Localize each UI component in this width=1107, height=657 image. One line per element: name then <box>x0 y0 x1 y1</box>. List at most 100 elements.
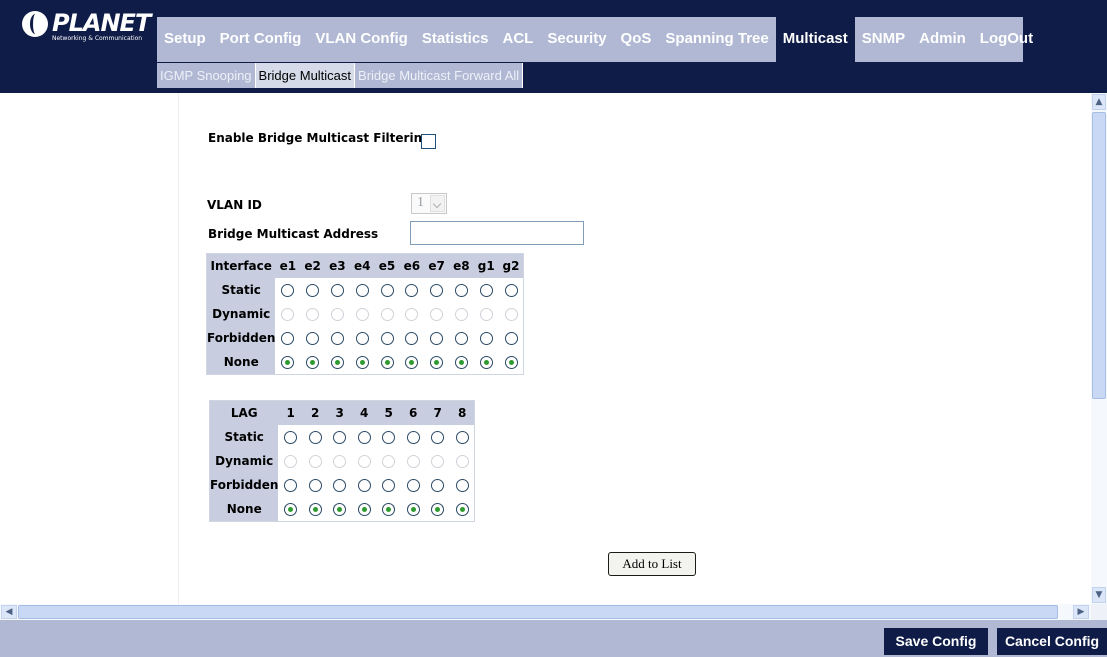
scroll-down-icon[interactable]: ▼ <box>1092 587 1106 603</box>
radio-static-7[interactable] <box>431 431 445 444</box>
nav-item-vlan-config[interactable]: VLAN Config <box>308 17 414 62</box>
radio-none-g2[interactable] <box>504 356 518 369</box>
radio-static-1[interactable] <box>284 431 298 444</box>
radio-dynamic-e1 <box>281 308 295 321</box>
radio-cell <box>424 350 449 375</box>
nav-item-port-config[interactable]: Port Config <box>213 17 309 62</box>
radio-forbidden-3[interactable] <box>333 479 347 492</box>
radio-static-e8[interactable] <box>454 284 468 297</box>
column-header: e7 <box>424 253 450 278</box>
enable-filtering-checkbox[interactable] <box>421 134 436 149</box>
table-header-row: LAG 1 2 3 4 5 6 7 8 <box>209 400 475 425</box>
radio-static-e4[interactable] <box>355 284 369 297</box>
radio-forbidden-e4[interactable] <box>355 332 369 345</box>
radio-none-7[interactable] <box>431 503 445 516</box>
radio-forbidden-7[interactable] <box>431 479 445 492</box>
radio-none-e5[interactable] <box>380 356 394 369</box>
horizontal-scrollbar[interactable]: ◀ ▶ <box>0 604 1091 620</box>
vertical-scrollbar[interactable]: ▲ ▼ <box>1091 93 1107 604</box>
radio-static-e6[interactable] <box>405 284 419 297</box>
nav-item-snmp[interactable]: SNMP <box>855 17 912 62</box>
radio-forbidden-8[interactable] <box>455 479 469 492</box>
radio-static-8[interactable] <box>455 431 469 444</box>
radio-forbidden-4[interactable] <box>357 479 371 492</box>
nav-item-multicast[interactable]: Multicast <box>775 17 855 62</box>
horizontal-scroll-thumb[interactable] <box>18 605 1058 619</box>
radio-forbidden-g2[interactable] <box>504 332 518 345</box>
radio-forbidden-1[interactable] <box>284 479 298 492</box>
radio-static-4[interactable] <box>357 431 371 444</box>
radio-static-3[interactable] <box>333 431 347 444</box>
radio-static-g1[interactable] <box>479 284 493 297</box>
radio-static-e3[interactable] <box>330 284 344 297</box>
radio-none-2[interactable] <box>308 503 322 516</box>
radio-forbidden-e6[interactable] <box>405 332 419 345</box>
nav-item-qos[interactable]: QoS <box>614 17 659 62</box>
radio-dynamic-5 <box>382 455 396 468</box>
scroll-right-icon[interactable]: ▶ <box>1073 605 1089 619</box>
radio-cell <box>425 473 450 497</box>
radio-none-6[interactable] <box>406 503 420 516</box>
radio-forbidden-5[interactable] <box>382 479 396 492</box>
radio-none-e8[interactable] <box>454 356 468 369</box>
radio-static-e7[interactable] <box>430 284 444 297</box>
radio-forbidden-e3[interactable] <box>330 332 344 345</box>
radio-forbidden-e5[interactable] <box>380 332 394 345</box>
radio-static-6[interactable] <box>406 431 420 444</box>
radio-static-e5[interactable] <box>380 284 394 297</box>
table-row: None <box>206 350 524 375</box>
radio-forbidden-2[interactable] <box>308 479 322 492</box>
nav-item-security[interactable]: Security <box>540 17 613 62</box>
radio-cell <box>325 350 350 375</box>
subnav-item-bridge-multicast[interactable]: Bridge Multicast <box>255 63 356 88</box>
radio-dynamic-g2 <box>504 308 518 321</box>
radio-none-8[interactable] <box>455 503 469 516</box>
radio-none-e7[interactable] <box>430 356 444 369</box>
radio-none-g1[interactable] <box>479 356 493 369</box>
radio-none-3[interactable] <box>333 503 347 516</box>
nav-item-setup[interactable]: Setup <box>157 17 213 62</box>
radio-static-g2[interactable] <box>504 284 518 297</box>
bridge-address-input[interactable] <box>410 221 584 245</box>
radio-forbidden-6[interactable] <box>406 479 420 492</box>
radio-none-4[interactable] <box>357 503 371 516</box>
scroll-up-icon[interactable]: ▲ <box>1092 94 1106 110</box>
radio-none-e1[interactable] <box>281 356 295 369</box>
subnav-item-bridge-multicast-forward-all[interactable]: Bridge Multicast Forward All <box>355 63 524 88</box>
nav-item-spanning-tree[interactable]: Spanning Tree <box>658 17 775 62</box>
radio-forbidden-e8[interactable] <box>454 332 468 345</box>
nav-item-acl[interactable]: ACL <box>496 17 541 62</box>
radio-static-2[interactable] <box>308 431 322 444</box>
vertical-scroll-thumb[interactable] <box>1092 112 1106 399</box>
radio-cell <box>401 497 426 522</box>
radio-static-5[interactable] <box>382 431 396 444</box>
radio-cell <box>474 326 499 350</box>
radio-forbidden-e1[interactable] <box>281 332 295 345</box>
cancel-config-button[interactable]: Cancel Config <box>997 628 1107 655</box>
radio-static-e2[interactable] <box>306 284 320 297</box>
add-to-list-button[interactable]: Add to List <box>608 552 696 576</box>
radio-forbidden-e2[interactable] <box>306 332 320 345</box>
radio-none-e3[interactable] <box>330 356 344 369</box>
nav-item-statistics[interactable]: Statistics <box>415 17 496 62</box>
radio-none-5[interactable] <box>382 503 396 516</box>
save-config-button[interactable]: Save Config <box>884 628 988 655</box>
table-row: Forbidden <box>206 326 524 350</box>
subnav-item-igmp-snooping[interactable]: IGMP Snooping <box>157 63 256 88</box>
radio-none-e6[interactable] <box>405 356 419 369</box>
radio-forbidden-g1[interactable] <box>479 332 493 345</box>
column-header: 3 <box>327 400 352 425</box>
radio-static-e1[interactable] <box>281 284 295 297</box>
radio-cell <box>300 326 325 350</box>
radio-forbidden-e7[interactable] <box>430 332 444 345</box>
radio-none-e4[interactable] <box>355 356 369 369</box>
nav-item-logout[interactable]: LogOut <box>973 17 1040 62</box>
radio-cell <box>352 473 377 497</box>
vlan-id-select[interactable]: 1 <box>411 193 447 214</box>
column-header: 2 <box>302 400 328 425</box>
radio-cell <box>401 473 426 497</box>
radio-none-e2[interactable] <box>306 356 320 369</box>
radio-none-1[interactable] <box>284 503 298 516</box>
nav-item-admin[interactable]: Admin <box>912 17 973 62</box>
scroll-left-icon[interactable]: ◀ <box>1 605 17 619</box>
